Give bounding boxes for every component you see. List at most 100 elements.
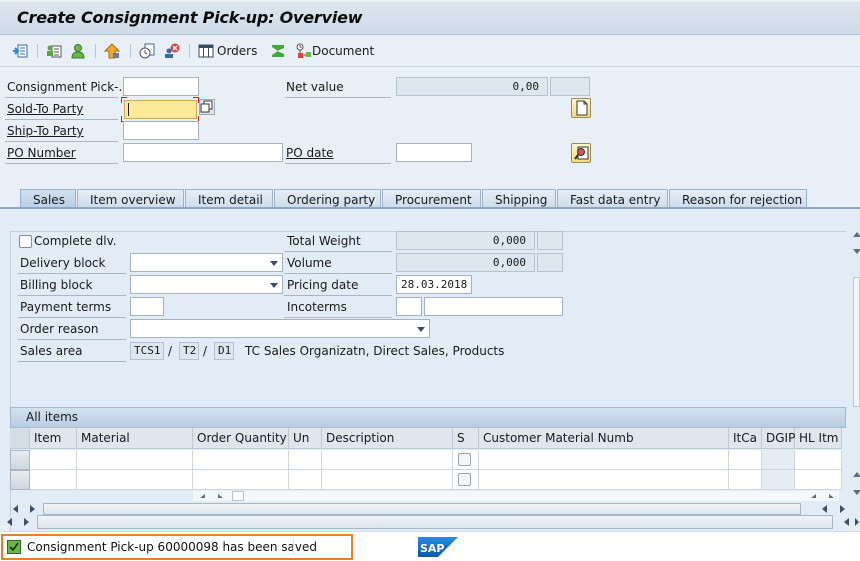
column-header-hl-item[interactable]: HL Itm <box>795 428 842 449</box>
ship-to-party-field[interactable] <box>123 121 199 140</box>
sold-to-party-label[interactable]: Sold-To Party <box>7 102 83 116</box>
po-number-field[interactable] <box>123 143 283 162</box>
cell-customer-material[interactable] <box>479 470 729 490</box>
column-header-material[interactable]: Material <box>77 428 193 449</box>
scroll-left-icon[interactable] <box>13 505 18 513</box>
column-header-item[interactable]: Item <box>30 428 77 449</box>
column-header-item-category[interactable]: ItCa <box>729 428 762 449</box>
complete-delivery-label: Complete dlv. <box>34 234 117 248</box>
cell-item-category[interactable] <box>729 450 762 470</box>
screen-horizontal-scrollbar[interactable] <box>2 515 860 529</box>
consignment-label: Consignment Pick-... <box>7 80 130 94</box>
column-header-customer-material[interactable]: Customer Material Numb <box>479 428 729 449</box>
pricing-date-field[interactable]: 28.03.2018 <box>396 275 472 294</box>
net-value-label: Net value <box>286 80 344 94</box>
vertical-scroll-track[interactable] <box>853 277 860 407</box>
cell-description[interactable] <box>322 470 453 490</box>
cell-unit[interactable] <box>289 450 322 470</box>
scroll-right-icon[interactable] <box>30 505 35 513</box>
orders-button[interactable]: Orders <box>198 42 257 60</box>
cell-item-category[interactable] <box>729 470 762 490</box>
scroll-right-icon[interactable] <box>218 494 223 498</box>
cell-item[interactable] <box>30 450 77 470</box>
row-selector[interactable] <box>10 450 30 470</box>
toolbar-separator <box>95 44 96 58</box>
scroll-left-icon[interactable] <box>200 494 205 498</box>
table-vertical-scrollbar[interactable] <box>852 470 860 500</box>
cell-order-quantity[interactable] <box>193 450 289 470</box>
scroll-right-icon[interactable] <box>840 505 845 513</box>
cell-hl-item[interactable] <box>795 450 842 470</box>
ship-to-party-label[interactable]: Ship-To Party <box>7 124 84 138</box>
po-number-label[interactable]: PO Number <box>7 146 76 160</box>
payment-terms-field[interactable] <box>130 297 164 316</box>
cell-description[interactable] <box>322 450 453 470</box>
row-checkbox[interactable] <box>458 453 471 466</box>
scroll-thumb[interactable] <box>232 491 244 501</box>
row-checkbox[interactable] <box>458 473 471 486</box>
column-header-unit[interactable]: Un <box>289 428 322 449</box>
scroll-down-icon[interactable] <box>853 490 860 495</box>
column-header-order-quantity[interactable]: Order Quantity <box>193 428 289 449</box>
create-document-button[interactable] <box>571 98 591 118</box>
panel-horizontal-scrollbar[interactable] <box>8 503 852 515</box>
scroll-up-icon[interactable] <box>853 472 860 477</box>
incoterms-1-field[interactable] <box>396 297 422 316</box>
sold-to-party-field[interactable] <box>124 100 197 119</box>
po-date-label[interactable]: PO date <box>286 146 334 160</box>
sum-button[interactable] <box>270 42 286 60</box>
scroll-right-icon[interactable] <box>855 518 859 526</box>
delivery-block-dropdown[interactable] <box>130 253 283 272</box>
success-check-icon <box>7 540 21 554</box>
hierarchy-up-button[interactable] <box>103 42 121 60</box>
column-header-s[interactable]: S <box>453 428 479 449</box>
display-doc-header-button[interactable] <box>12 42 28 60</box>
header-details-button[interactable] <box>46 42 62 60</box>
status-message-box[interactable]: Consignment Pick-up 60000098 has been sa… <box>1 534 353 560</box>
cell-order-quantity[interactable] <box>193 470 289 490</box>
scroll-thumb[interactable] <box>43 503 801 515</box>
copy-doc-button[interactable] <box>139 42 155 60</box>
row-selector[interactable] <box>10 470 30 490</box>
incoterms-2-field[interactable] <box>424 297 563 316</box>
f4-help-button[interactable] <box>199 99 215 115</box>
cell-material[interactable] <box>77 450 193 470</box>
chevron-down-icon <box>270 261 278 266</box>
volume-label: Volume <box>287 256 332 270</box>
scroll-right-icon[interactable] <box>829 494 834 498</box>
scroll-left-icon[interactable] <box>7 518 12 526</box>
scroll-up-icon[interactable] <box>853 232 860 237</box>
cancel-partner-button[interactable] <box>164 42 180 60</box>
cell-unit[interactable] <box>289 470 322 490</box>
column-header-description[interactable]: Description <box>322 428 453 449</box>
select-all-header[interactable] <box>10 428 30 449</box>
display-po-button[interactable] <box>571 143 591 163</box>
document-flow-button[interactable]: Document <box>296 42 374 60</box>
scroll-thumb[interactable] <box>37 515 833 529</box>
table-horizontal-scrollbar[interactable] <box>193 491 839 501</box>
cell-customer-material[interactable] <box>479 450 729 470</box>
sales-area-label: Sales area <box>20 344 83 358</box>
scroll-left-icon[interactable] <box>811 494 816 498</box>
scroll-down-icon[interactable] <box>853 249 860 254</box>
distribution-channel-field: T2 <box>179 342 199 360</box>
label-underline <box>285 97 391 98</box>
label-underline <box>18 339 126 340</box>
cell-hl-item[interactable] <box>795 470 842 490</box>
complete-delivery-checkbox[interactable] <box>19 235 32 248</box>
column-header-dgip[interactable]: DGIP <box>762 428 795 449</box>
scroll-left-icon[interactable] <box>844 518 849 526</box>
consignment-number-field[interactable] <box>123 77 199 96</box>
po-date-field[interactable] <box>396 143 472 162</box>
cell-material[interactable] <box>77 470 193 490</box>
order-reason-dropdown[interactable] <box>130 319 430 338</box>
billing-block-dropdown[interactable] <box>130 275 283 294</box>
scroll-right-icon[interactable] <box>24 518 29 526</box>
vertical-scrollbar[interactable] <box>852 230 860 278</box>
scroll-left-icon[interactable] <box>822 505 827 513</box>
volume-field: 0,000 <box>396 253 535 272</box>
currency-field <box>550 77 590 96</box>
title-bar: Create Consignment Pick-up: Overview <box>0 0 860 35</box>
business-partner-button[interactable] <box>70 42 86 60</box>
cell-item[interactable] <box>30 470 77 490</box>
